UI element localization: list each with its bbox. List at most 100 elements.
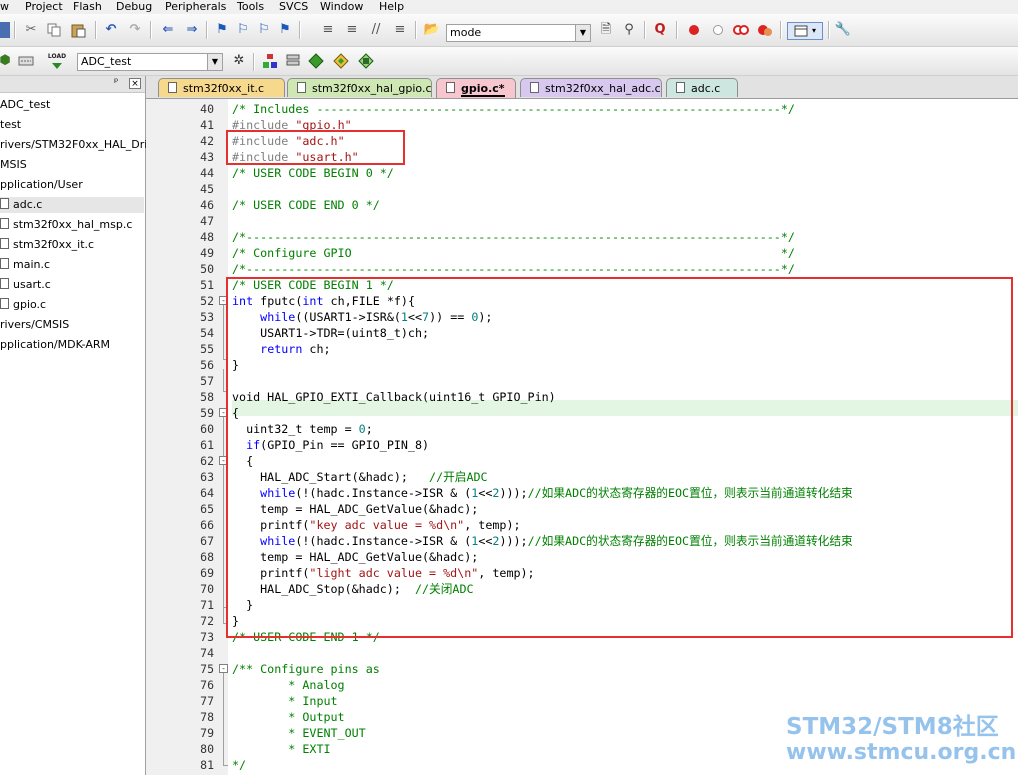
line-number: 73	[200, 630, 214, 644]
paste-icon[interactable]	[70, 22, 86, 38]
code-line: /*--------------------------------------…	[232, 229, 795, 245]
window-layout-icon[interactable]: ▾	[787, 22, 823, 40]
code-token: /** Configure pins as	[232, 662, 380, 676]
undo-icon[interactable]: ↶	[103, 22, 119, 38]
menu-view[interactable]: w	[0, 0, 9, 13]
run-time-environment-icon[interactable]	[357, 52, 375, 70]
code-token: /* Includes ----------------------------…	[232, 102, 795, 116]
chevron-down-icon[interactable]: ▼	[207, 54, 222, 70]
menu-window[interactable]: Window	[320, 0, 363, 13]
select-software-packs-icon[interactable]	[307, 52, 325, 70]
line-number: 71	[200, 598, 214, 612]
fold-guide	[223, 417, 224, 623]
find-icon[interactable]: 🗎	[598, 22, 614, 38]
menu-svcs[interactable]: SVCS	[279, 0, 308, 13]
chevron-down-icon[interactable]: ▼	[575, 25, 590, 41]
tree-item[interactable]: main.c	[0, 258, 50, 272]
incremental-find-icon[interactable]: Q	[652, 22, 668, 38]
replace-icon[interactable]: ⚲	[621, 22, 637, 38]
clear-bookmarks-icon[interactable]: ⚑	[277, 22, 293, 38]
uncomment-icon[interactable]: ≡	[392, 22, 408, 38]
line-number: 77	[200, 694, 214, 708]
find-combo[interactable]: mode ▼	[446, 24, 591, 42]
tree-item[interactable]: MSIS	[0, 158, 27, 172]
line-number: 59	[200, 406, 214, 420]
tree-item[interactable]: pplication/User	[0, 178, 83, 192]
breakpoint-disable-icon[interactable]	[710, 22, 726, 38]
tree-item[interactable]: ADC_test	[0, 98, 50, 112]
batch-build-icon[interactable]	[17, 53, 35, 69]
pack-installer-icon[interactable]	[332, 52, 350, 70]
line-number: 65	[200, 502, 214, 516]
line-number: 78	[200, 710, 214, 724]
menu-debug[interactable]: Debug	[116, 0, 152, 13]
copy-icon[interactable]	[46, 22, 62, 38]
tree-item[interactable]: test	[0, 118, 21, 132]
tab-adc[interactable]: adc.c	[666, 78, 738, 97]
tree-item[interactable]: gpio.c	[0, 298, 46, 312]
menu-flash[interactable]: Flash	[73, 0, 102, 13]
nav-back-icon[interactable]: ⇐	[160, 22, 176, 38]
tab-stm32f0xx-hal-adc[interactable]: stm32f0xx_hal_adc.c	[520, 78, 662, 97]
breakpoint-clear-icon[interactable]	[733, 22, 749, 38]
line-number: 41	[200, 118, 214, 132]
tab-stm32f0xx-it[interactable]: stm32f0xx_it.c	[158, 78, 285, 97]
tree-item-label: stm32f0xx_it.c	[13, 238, 95, 251]
tab-label: stm32f0xx_hal_adc.c	[545, 82, 661, 95]
tree-item[interactable]: stm32f0xx_it.c	[0, 238, 94, 252]
line-number: 61	[200, 438, 214, 452]
target-select[interactable]: ADC_test ▼	[77, 53, 223, 71]
tree-item[interactable]: stm32f0xx_hal_msp.c	[0, 218, 132, 232]
tree-item[interactable]: rivers/STM32F0xx_HAL_Driv	[0, 138, 154, 152]
manage-rte-icon[interactable]	[284, 52, 302, 70]
code-token: * EXTI	[232, 742, 331, 756]
line-number: 66	[200, 518, 214, 532]
tree-item[interactable]: rivers/CMSIS	[0, 318, 69, 332]
target-options-icon[interactable]: ✲	[230, 52, 248, 70]
breakpoint-kill-all-icon[interactable]	[757, 22, 773, 38]
rebuild-icon[interactable]: ⬢	[0, 53, 11, 69]
menu-project[interactable]: Project	[25, 0, 63, 13]
redo-icon[interactable]: ↷	[127, 22, 143, 38]
tab-label: stm32f0xx_hal_gpio.c	[312, 82, 432, 95]
close-icon[interactable]: ×	[129, 78, 141, 89]
tree-item[interactable]: pplication/MDK-ARM	[0, 338, 110, 352]
menu-tools[interactable]: Tools	[237, 0, 264, 13]
unindent-icon[interactable]: ≡	[344, 22, 360, 38]
nav-forward-icon[interactable]: ⇒	[184, 22, 200, 38]
code-editor[interactable]: 40 41 42 43 44 45 46 47 48 49 50 51 52 5…	[146, 99, 1018, 775]
menu-peripherals[interactable]: Peripherals	[165, 0, 226, 13]
menu-help[interactable]: Help	[379, 0, 404, 13]
line-number: 68	[200, 550, 214, 564]
next-bookmark-icon[interactable]: ⚐	[256, 22, 272, 38]
pin-icon[interactable]: ᵖ	[114, 77, 118, 88]
line-number: 51	[200, 278, 214, 292]
comment-icon[interactable]: //	[368, 22, 384, 38]
find-in-files-icon[interactable]: 📂	[424, 22, 440, 38]
code-token: /*--------------------------------------…	[232, 262, 795, 276]
cut-icon[interactable]: ✂	[23, 22, 39, 38]
save-all-icon[interactable]	[0, 22, 10, 38]
tree-item-label: adc.c	[13, 198, 43, 211]
tab-gpio[interactable]: gpio.c*	[436, 78, 516, 98]
c-file-icon	[0, 258, 9, 269]
tree-item-selected[interactable]: adc.c	[0, 197, 144, 213]
code-line: * EXTI	[232, 741, 331, 757]
c-file-icon	[446, 82, 455, 93]
breakpoint-insert-icon[interactable]	[686, 22, 702, 38]
prev-bookmark-icon[interactable]: ⚐	[235, 22, 251, 38]
tab-stm32f0xx-hal-gpio[interactable]: stm32f0xx_hal_gpio.c	[287, 78, 432, 97]
code-line: /* Includes ----------------------------…	[232, 101, 795, 117]
code-line: /*--------------------------------------…	[232, 261, 795, 277]
code-token: * Output	[232, 710, 345, 724]
indent-icon[interactable]: ≡	[320, 22, 336, 38]
download-icon[interactable]: LOAD	[47, 51, 67, 71]
c-file-icon	[297, 82, 306, 93]
bookmark-icon[interactable]: ⚑	[214, 22, 230, 38]
configure-icon[interactable]: 🔧	[835, 22, 851, 38]
tree-item[interactable]: usart.c	[0, 278, 51, 292]
line-number: 52	[200, 294, 214, 308]
fold-toggle-icon[interactable]: -	[219, 664, 228, 673]
code-token: * EVENT_OUT	[232, 726, 366, 740]
file-extensions-icon[interactable]	[261, 52, 279, 70]
